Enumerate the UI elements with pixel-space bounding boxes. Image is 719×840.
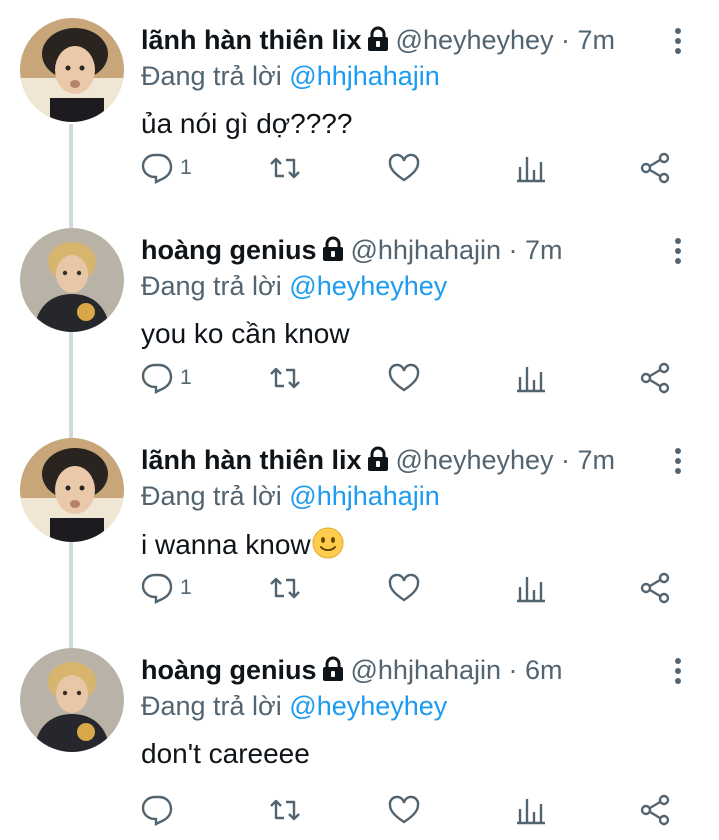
tweet-text: ủa nói gì dợ???? xyxy=(141,108,353,139)
more-icon[interactable] xyxy=(665,656,691,686)
replying-to: Đang trả lời @hhjhahajin xyxy=(141,59,440,93)
views-icon xyxy=(517,577,545,603)
tweet-text: i wanna know xyxy=(141,526,345,563)
tweet[interactable]: hoàng genius @hhjhahajin · 6m Đang trả lờ… xyxy=(0,630,719,840)
retweet-button[interactable] xyxy=(268,790,302,830)
like-icon xyxy=(388,153,420,182)
mention-link[interactable]: @heyheyhey xyxy=(289,271,447,301)
reply-button[interactable]: 1 xyxy=(140,568,192,608)
lock-icon xyxy=(367,446,388,471)
avatar[interactable] xyxy=(20,228,124,332)
share-icon xyxy=(640,152,670,184)
views-icon xyxy=(517,157,545,183)
reply-icon xyxy=(141,573,173,604)
avatar[interactable] xyxy=(20,648,124,752)
reply-icon xyxy=(141,795,173,826)
tweet[interactable]: hoàng genius @hhjhahajin · 7m Đang trả lờ… xyxy=(0,210,719,420)
replying-to: Đang trả lời @heyheyhey xyxy=(141,269,447,303)
replying-to: Đang trả lời @hhjhahajin xyxy=(141,479,440,513)
views-button[interactable] xyxy=(514,358,548,398)
mention-link[interactable]: @hhjhahajin xyxy=(289,481,440,511)
share-icon xyxy=(640,572,670,604)
handle-and-time[interactable]: @heyheyhey · 7m xyxy=(396,25,616,55)
share-button[interactable] xyxy=(638,790,672,830)
retweet-icon xyxy=(270,577,300,599)
reply-button[interactable] xyxy=(140,790,180,830)
views-icon xyxy=(517,799,545,825)
share-button[interactable] xyxy=(638,148,672,188)
lock-icon xyxy=(367,26,388,51)
like-button[interactable] xyxy=(387,148,421,188)
slightly-smiling-face-icon xyxy=(312,527,344,559)
views-button[interactable] xyxy=(514,790,548,830)
action-bar xyxy=(0,790,719,830)
like-button[interactable] xyxy=(387,568,421,608)
lock-icon xyxy=(322,236,343,261)
reply-button[interactable]: 1 xyxy=(140,358,192,398)
reply-count: 1 xyxy=(180,156,192,179)
mention-link[interactable]: @hhjhahajin xyxy=(289,61,440,91)
reply-count: 1 xyxy=(180,366,192,389)
like-icon xyxy=(388,363,420,392)
display-name[interactable]: hoàng genius xyxy=(141,655,317,685)
avatar[interactable] xyxy=(20,18,124,122)
tweet-header: lãnh hàn thiên lix @heyheyhey · 7m xyxy=(141,22,661,58)
more-icon[interactable] xyxy=(665,446,691,476)
lock-icon xyxy=(322,656,343,681)
reply-count: 1 xyxy=(180,576,192,599)
display-name[interactable]: hoàng genius xyxy=(141,235,317,265)
replying-to-label: Đang trả lời xyxy=(141,481,282,511)
reply-icon xyxy=(141,153,173,184)
like-icon xyxy=(388,795,420,824)
views-button[interactable] xyxy=(514,148,548,188)
avatar[interactable] xyxy=(20,438,124,542)
action-bar: 1 xyxy=(0,568,719,608)
replying-to-label: Đang trả lời xyxy=(141,61,282,91)
retweet-button[interactable] xyxy=(268,568,302,608)
like-icon xyxy=(388,573,420,602)
tweet-text: you ko cần know xyxy=(141,318,350,349)
retweet-icon xyxy=(270,799,300,821)
tweet-header: hoàng genius @hhjhahajin · 7m xyxy=(141,232,661,268)
tweet[interactable]: lãnh hàn thiên lix @heyheyhey · 7m Đang t… xyxy=(0,0,719,210)
action-bar: 1 xyxy=(0,148,719,188)
like-button[interactable] xyxy=(387,358,421,398)
share-button[interactable] xyxy=(638,568,672,608)
more-icon[interactable] xyxy=(665,236,691,266)
mention-link[interactable]: @heyheyhey xyxy=(289,691,447,721)
share-button[interactable] xyxy=(638,358,672,398)
display-name[interactable]: lãnh hàn thiên lix xyxy=(141,25,362,55)
action-bar: 1 xyxy=(0,358,719,398)
tweet-text-content: i wanna know xyxy=(141,529,311,560)
tweet[interactable]: lãnh hàn thiên lix @heyheyhey · 7m Đang t… xyxy=(0,420,719,630)
display-name[interactable]: lãnh hàn thiên lix xyxy=(141,445,362,475)
share-icon xyxy=(640,362,670,394)
retweet-button[interactable] xyxy=(268,358,302,398)
handle-and-time[interactable]: @heyheyhey · 7m xyxy=(396,445,616,475)
views-button[interactable] xyxy=(514,568,548,608)
handle-and-time[interactable]: @hhjhahajin · 6m xyxy=(351,655,563,685)
replying-to-label: Đang trả lời xyxy=(141,691,282,721)
share-icon xyxy=(640,794,670,826)
retweet-icon xyxy=(270,157,300,179)
views-icon xyxy=(517,367,545,393)
reply-icon xyxy=(141,363,173,394)
tweet-header: hoàng genius @hhjhahajin · 6m xyxy=(141,652,661,688)
tweet-header: lãnh hàn thiên lix @heyheyhey · 7m xyxy=(141,442,661,478)
tweet-text: don't careeee xyxy=(141,738,310,769)
replying-to-label: Đang trả lời xyxy=(141,271,282,301)
retweet-icon xyxy=(270,367,300,389)
tweet-thread: lãnh hàn thiên lix @heyheyhey · 7m Đang t… xyxy=(0,0,719,837)
like-button[interactable] xyxy=(387,790,421,830)
handle-and-time[interactable]: @hhjhahajin · 7m xyxy=(351,235,563,265)
replying-to: Đang trả lời @heyheyhey xyxy=(141,689,447,723)
reply-button[interactable]: 1 xyxy=(140,148,192,188)
more-icon[interactable] xyxy=(665,26,691,56)
retweet-button[interactable] xyxy=(268,148,302,188)
